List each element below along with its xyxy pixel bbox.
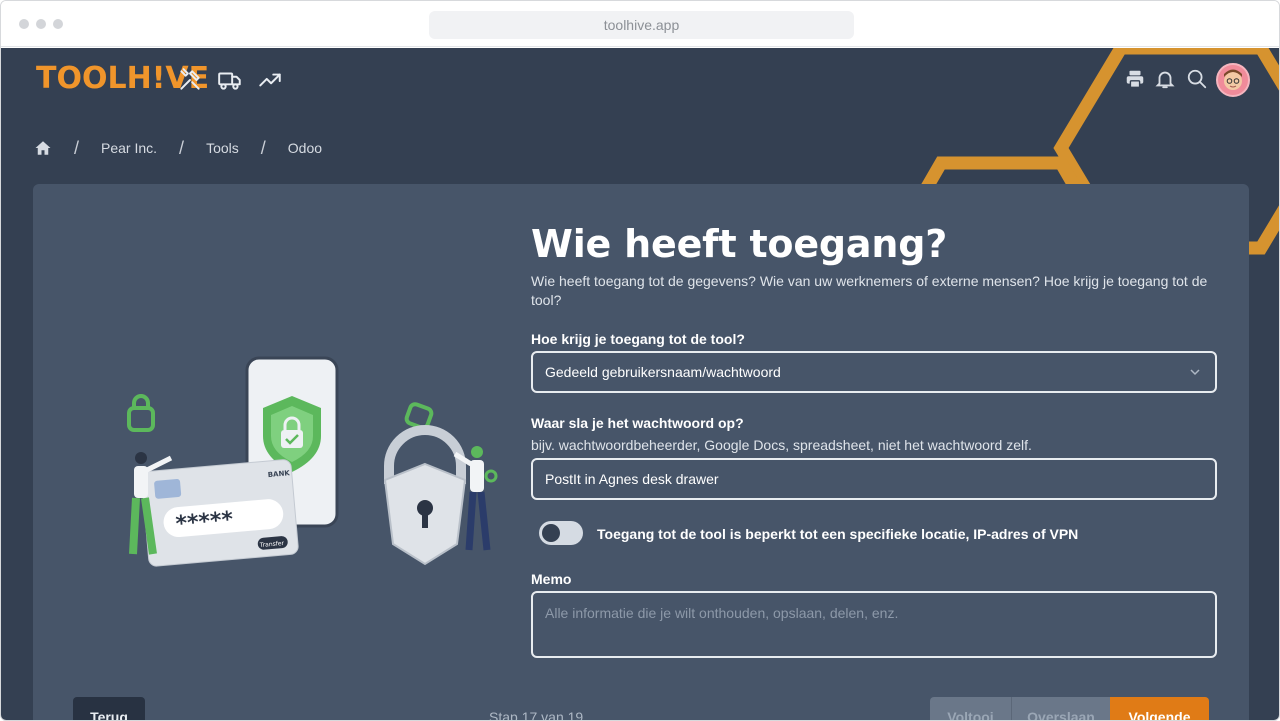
small-lock-icon (127, 394, 155, 432)
breadcrumb: / Pear Inc. / Tools / Odoo (34, 136, 322, 160)
breadcrumb-separator: / (260, 137, 266, 158)
password-location-value: PostIt in Agnes desk drawer (545, 471, 719, 487)
page-subtitle: Wie heeft toegang tot de gegevens? Wie v… (531, 273, 1208, 308)
breadcrumb-item-company[interactable]: Pear Inc. (101, 140, 157, 156)
security-illustration: BANK ***** Transfer (127, 356, 498, 567)
access-method-select[interactable]: Gedeeld gebruikersnaam/wachtwoord (531, 351, 1217, 393)
breadcrumb-separator: / (74, 137, 80, 158)
browser-window: toolhive.app TOOLH!VE / Pear Inc. / Tool… (0, 0, 1280, 721)
app-view: TOOLH!VE / Pear Inc. / Tools / Odoo BANK… (1, 48, 1279, 721)
breadcrumb-item-current: Odoo (287, 140, 323, 156)
access-method-label: Hoe krijg je toegang tot de tool? (531, 331, 745, 347)
window-maximize-dot[interactable] (53, 19, 63, 29)
window-close-dot[interactable] (19, 19, 29, 29)
step-indicator: Stap 17 van 19 (489, 709, 584, 721)
next-button[interactable]: Volgende (1110, 697, 1209, 720)
access-method-value: Gedeeld gebruikersnaam/wachtwoord (545, 364, 781, 380)
tools-icon[interactable] (177, 67, 203, 93)
password-location-input[interactable]: PostIt in Agnes desk drawer (531, 458, 1217, 500)
breadcrumb-separator: / (179, 137, 185, 158)
printer-icon[interactable] (1124, 68, 1146, 90)
bank-card-icon: BANK ***** Transfer (141, 459, 299, 567)
finish-button[interactable]: Voltooi (930, 697, 1011, 720)
back-button[interactable]: Terug (73, 697, 145, 720)
window-minimize-dot[interactable] (36, 19, 46, 29)
memo-placeholder: Alle informatie die je wilt onthouden, o… (545, 605, 899, 621)
address-bar[interactable]: toolhive.app (429, 11, 854, 39)
memo-label: Memo (531, 571, 572, 587)
skip-button[interactable]: Overslaan (1011, 697, 1110, 720)
avatar-face-icon (1224, 69, 1242, 90)
truck-icon[interactable] (217, 67, 243, 93)
svg-text:*****: ***** (175, 507, 235, 537)
location-restriction-toggle[interactable] (539, 521, 583, 545)
bell-icon[interactable] (1154, 68, 1176, 90)
padlock-icon (383, 425, 467, 566)
password-location-hint: bijv. wachtwoordbeheerder, Google Docs, … (531, 437, 1032, 453)
page-title: Wie heeft toegang? (531, 222, 948, 266)
question-card: BANK ***** Transfer Wie heeft toegang? W… (33, 184, 1249, 721)
home-icon[interactable] (34, 139, 52, 157)
user-avatar[interactable] (1216, 63, 1250, 97)
memo-textarea[interactable]: Alle informatie die je wilt onthouden, o… (531, 591, 1217, 658)
trend-icon[interactable] (257, 67, 283, 93)
browser-chrome: toolhive.app (1, 1, 1279, 47)
breadcrumb-item-tools[interactable]: Tools (206, 140, 239, 156)
location-restriction-label: Toegang tot de tool is beperkt tot een s… (597, 526, 1079, 542)
password-location-label: Waar sla je het wachtwoord op? (531, 415, 744, 431)
chevron-down-icon (1190, 369, 1200, 376)
search-icon[interactable] (1186, 68, 1208, 90)
toggle-knob (542, 524, 560, 542)
